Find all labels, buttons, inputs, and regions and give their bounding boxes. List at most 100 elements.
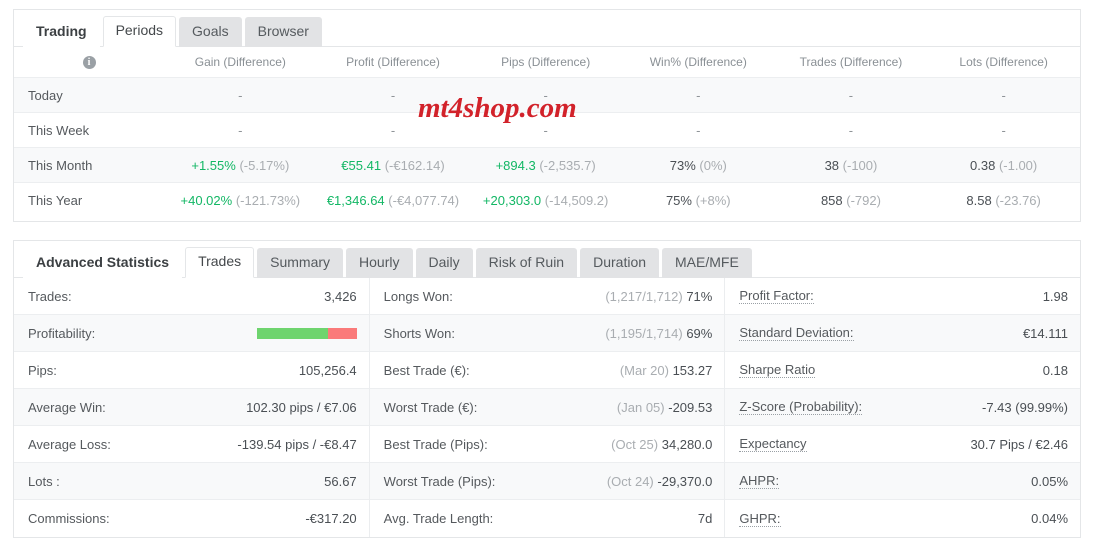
- stat-label: Lots :: [28, 473, 60, 489]
- stat-label: Best Trade (Pips):: [383, 436, 488, 452]
- stat-row: Worst Trade (Pips): (Oct 24) -29,370.0: [369, 463, 725, 500]
- stat-label[interactable]: Expectancy: [739, 436, 807, 452]
- stat-label: Avg. Trade Length:: [383, 511, 494, 526]
- periods-cell: 38 (-100): [774, 147, 928, 183]
- periods-tabbar: Trading Periods Goals Browser: [14, 10, 1080, 47]
- periods-table-body: Today - - - - - - This Week - - - - - - This Month +1.5…: [14, 77, 1080, 218]
- periods-cell-value: -: [238, 87, 243, 103]
- stat-value: 0.04%: [1031, 511, 1069, 526]
- tab-stats-duration[interactable]: Duration: [580, 248, 660, 278]
- stat-row: Avg. Trade Length: 7d: [369, 500, 725, 537]
- periods-cell-value: -: [848, 122, 854, 138]
- tab-stats-advanced-statistics[interactable]: Advanced Statistics: [23, 248, 183, 278]
- stat-value-number: 71%: [686, 288, 713, 304]
- tab-periods-goals[interactable]: Goals: [179, 17, 242, 47]
- stat-row: Profitability:: [14, 315, 369, 352]
- tab-stats-daily[interactable]: Daily: [415, 248, 473, 278]
- stat-value: 7d: [698, 511, 712, 526]
- stat-value-prefix: (Jan 05): [616, 399, 665, 415]
- tab-stats-trades[interactable]: Trades: [185, 247, 255, 278]
- stat-value-prefix: (Oct 25): [611, 436, 659, 452]
- stat-value-number: 69%: [686, 325, 713, 341]
- periods-cell: -: [316, 112, 470, 148]
- tab-periods-browser[interactable]: Browser: [244, 17, 322, 47]
- stat-value: 56.67: [324, 473, 357, 489]
- stat-value-number: -29,370.0: [657, 473, 713, 489]
- periods-cell: -: [927, 112, 1080, 148]
- periods-cell: -: [621, 77, 775, 113]
- stat-value: 1.98: [1042, 288, 1069, 304]
- stat-row: Standard Deviation: €14.111: [725, 315, 1081, 352]
- stat-label: Best Trade (€):: [383, 362, 470, 378]
- stat-row: Shorts Won: (1,195/1,714) 69%: [369, 315, 725, 352]
- periods-cell-value: €55.41: [341, 157, 382, 173]
- tab-stats-summary[interactable]: Summary: [257, 248, 344, 278]
- tab-stats-risk-of-ruin[interactable]: Risk of Ruin: [475, 248, 578, 278]
- stat-value: (Oct 24) -29,370.0: [607, 474, 713, 489]
- stat-row: Average Loss: -139.54 pips / -€8.47: [14, 426, 369, 463]
- profitability-bar-win: [256, 327, 328, 339]
- stat-value: -7.43 (99.99%): [982, 399, 1069, 415]
- periods-row: Today - - - - - -: [14, 77, 1080, 113]
- periods-cell-value: -: [1001, 122, 1006, 138]
- tab-stats-mae-mfe[interactable]: MAE/MFE: [662, 248, 752, 278]
- tab-periods-trading[interactable]: Trading: [23, 17, 100, 47]
- stat-row: Worst Trade (€): (Jan 05) -209.53: [369, 389, 725, 426]
- periods-cell-value: 38: [824, 157, 840, 173]
- periods-cell: +20,303.0 (-14,509.2): [469, 183, 622, 218]
- periods-row: This Month +1.55% (-5.17%) €55.41 (-€162.1…: [14, 147, 1080, 183]
- periods-cell: -: [469, 112, 622, 148]
- periods-cell-value: -: [696, 122, 701, 138]
- stat-label[interactable]: AHPR:: [739, 473, 780, 489]
- periods-cell-difference: (-2,535.7): [539, 157, 596, 173]
- stat-value-prefix: (Mar 20): [619, 362, 669, 378]
- periods-table-head: i Gain (Difference) Profit (Difference) Pip…: [14, 47, 1080, 78]
- periods-cell-difference: (0%): [699, 157, 727, 173]
- periods-cell-difference: (-1.00): [998, 157, 1038, 173]
- stat-label[interactable]: Sharpe Ratio: [739, 362, 816, 378]
- stat-value-number: 34,280.0: [661, 436, 713, 452]
- periods-column-header: Win% (Difference): [621, 47, 775, 78]
- stat-label[interactable]: Standard Deviation:: [739, 325, 854, 341]
- periods-cell: 858 (-792): [775, 183, 928, 218]
- periods-cell-value: -: [848, 87, 854, 103]
- periods-cell: +1.55% (-5.17%): [164, 147, 317, 183]
- periods-cell-value: 75%: [665, 192, 692, 208]
- periods-cell-difference: (-€4,077.74): [388, 192, 460, 208]
- profitability-bar-loss: [327, 327, 357, 339]
- stat-label: Worst Trade (Pips):: [383, 473, 496, 489]
- stat-value: -€317.20: [305, 511, 357, 526]
- stat-label: Worst Trade (€):: [383, 399, 478, 415]
- stats-column-right: Profit Factor: 1.98 Standard Deviation: €14…: [725, 278, 1081, 537]
- periods-cell-difference: (-14,509.2): [544, 192, 609, 208]
- stat-value-number: -209.53: [668, 399, 713, 415]
- stat-value: (1,195/1,714) 69%: [605, 326, 712, 341]
- periods-row: This Year +40.02% (-121.73%) €1,346.64 (-€…: [14, 183, 1080, 218]
- stat-value-prefix: (1,195/1,714): [605, 325, 683, 341]
- periods-cell: 75% (+8%): [622, 183, 775, 218]
- stat-row: Commissions: -€317.20: [14, 500, 369, 537]
- periods-row: This Week - - - - - -: [14, 112, 1080, 148]
- stat-row: Best Trade (Pips): (Oct 25) 34,280.0: [369, 426, 725, 463]
- stat-row: GHPR: 0.04%: [725, 500, 1081, 537]
- stats-column-left: Trades: 3,426 Profitability: Pips: 105,256.4…: [14, 278, 370, 537]
- periods-column-header: Profit (Difference): [316, 47, 470, 78]
- tab-periods-periods[interactable]: Periods: [102, 16, 177, 47]
- periods-cell-value: -: [543, 87, 548, 103]
- stat-label[interactable]: Z-Score (Probability):: [739, 399, 863, 415]
- tab-stats-hourly[interactable]: Hourly: [346, 248, 413, 278]
- periods-row-label: This Week: [14, 112, 164, 148]
- stat-value-prefix: (Oct 24): [606, 473, 654, 489]
- stat-row: Trades: 3,426: [14, 278, 369, 315]
- info-icon[interactable]: i: [82, 56, 96, 70]
- periods-table: i Gain (Difference) Profit (Difference) Pip…: [14, 47, 1080, 217]
- stat-value: -139.54 pips / -€8.47: [237, 436, 357, 452]
- stat-label[interactable]: GHPR:: [739, 511, 781, 527]
- periods-header-row: i Gain (Difference) Profit (Difference) Pip…: [14, 47, 1080, 78]
- stat-label[interactable]: Profit Factor:: [739, 288, 814, 304]
- stat-value: 30.7 Pips / €2.46: [970, 436, 1069, 452]
- stat-value: 102.30 pips / €7.06: [246, 399, 357, 415]
- stat-value: (Jan 05) -209.53: [617, 400, 712, 415]
- periods-cell-value: 73%: [669, 157, 696, 173]
- stat-row: Expectancy 30.7 Pips / €2.46: [725, 426, 1081, 463]
